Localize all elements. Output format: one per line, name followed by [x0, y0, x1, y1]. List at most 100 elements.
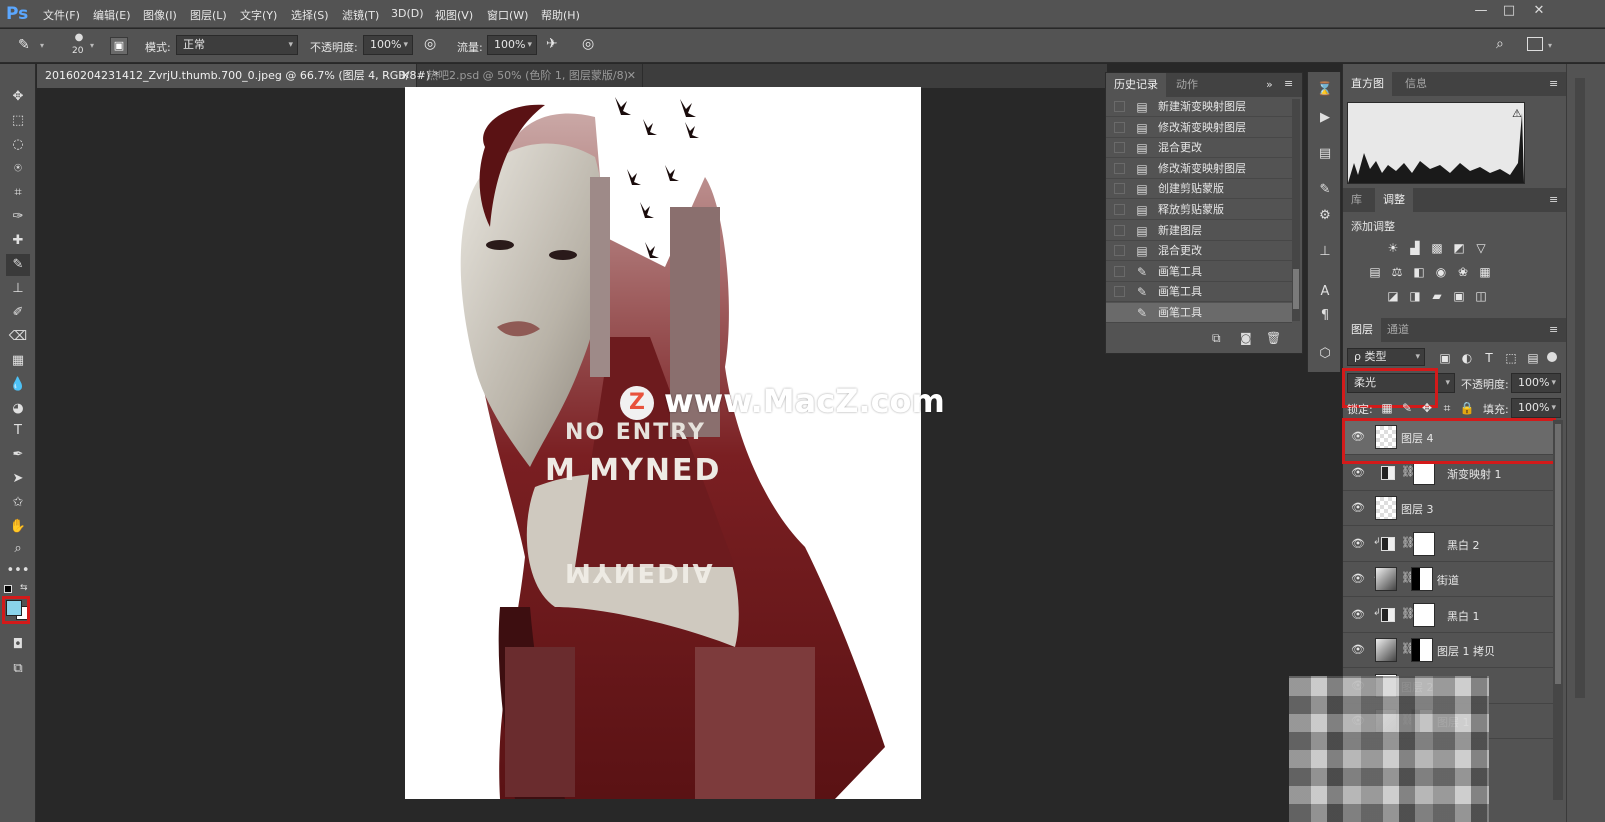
quick-select-tool-icon[interactable]: ⍟ [6, 158, 30, 180]
character-panel-icon[interactable]: A [1315, 282, 1335, 302]
hand-tool-icon[interactable]: ✋ [6, 516, 30, 538]
layer-row[interactable]: 👁 图层 3 [1343, 491, 1553, 526]
brightness-icon[interactable]: ☀ [1385, 240, 1401, 256]
properties-panel-icon[interactable]: ▤ [1315, 144, 1335, 164]
dodge-tool-icon[interactable]: ◕ [6, 398, 30, 420]
scrollbar-thumb[interactable] [1293, 269, 1299, 309]
tab-doc-jpeg[interactable]: 20160204231412_ZvrjU.thumb.700_0.jpeg @ … [37, 64, 439, 88]
selective-color-icon[interactable]: ◫ [1473, 288, 1489, 304]
clone-source-icon[interactable]: ⊥ [1315, 242, 1335, 262]
snapshot-checkbox[interactable] [1114, 101, 1125, 112]
3d-panel-icon[interactable]: ⬡ [1315, 344, 1335, 364]
search-icon[interactable]: ⌕ [1496, 36, 1514, 54]
right-panel-scrollbar[interactable] [1575, 78, 1585, 698]
snapshot-checkbox[interactable] [1114, 121, 1125, 133]
close-button[interactable]: ✕ [1526, 2, 1552, 22]
history-row[interactable]: ▤ 新建图层 [1106, 221, 1292, 241]
history-row[interactable]: ▤ 修改渐变映射图层 [1106, 118, 1292, 138]
default-colors-icon[interactable] [4, 585, 12, 593]
history-brush-tool-icon[interactable]: ✐ [6, 302, 30, 324]
eye-icon[interactable]: 👁 [1351, 466, 1365, 480]
eraser-tool-icon[interactable]: ⌫ [6, 326, 30, 348]
history-row[interactable]: ✎ 画笔工具 [1106, 303, 1292, 323]
menu-filter[interactable]: 滤镜(T) [342, 7, 379, 22]
history-panel-icon[interactable]: ⌛ [1315, 80, 1335, 100]
lock-all-icon[interactable]: 🔒 [1459, 400, 1475, 416]
layer-thumbnail[interactable] [1375, 496, 1397, 520]
tab-history[interactable]: 历史记录 [1106, 73, 1166, 97]
quick-mask-icon[interactable]: ◘ [6, 634, 30, 656]
color-lookup-icon[interactable]: ▦ [1477, 264, 1493, 280]
close-icon[interactable]: ✕ [627, 64, 636, 88]
type-tool-icon[interactable]: T [6, 420, 30, 442]
eye-icon[interactable]: 👁 [1351, 643, 1365, 657]
eye-icon[interactable]: 👁 [1351, 537, 1365, 551]
panel-menu-icon[interactable]: ≡ [1284, 77, 1293, 90]
eyedropper-tool-icon[interactable]: ✑ [6, 206, 30, 228]
trash-icon[interactable]: 🗑 [1266, 331, 1281, 345]
fill-field[interactable]: 100% ▾ [1511, 398, 1561, 418]
filter-shape-icon[interactable]: ⬚ [1503, 350, 1519, 366]
snapshot-checkbox[interactable] [1114, 307, 1125, 318]
filter-type-icon[interactable]: T [1481, 350, 1497, 366]
posterize-icon[interactable]: ◨ [1407, 288, 1423, 304]
chevron-down-icon[interactable]: ▾ [90, 41, 94, 50]
history-row[interactable]: ▤ 创建剪贴蒙版 [1106, 179, 1292, 200]
pressure-size-icon[interactable]: ◎ [582, 36, 600, 54]
layer-row[interactable]: 👁 ↲ ⛓ 黑白 1 [1343, 598, 1553, 633]
document-canvas[interactable]: NO ENTRY M MYNED MYNEDIA [405, 87, 921, 799]
adjustment-layer-icon[interactable] [1381, 465, 1395, 480]
snapshot-checkbox[interactable] [1114, 245, 1125, 257]
lasso-tool-icon[interactable]: ◌ [6, 134, 30, 156]
gradient-map-icon[interactable]: ▣ [1451, 288, 1467, 304]
crop-tool-icon[interactable]: ⌗ [6, 182, 30, 204]
snapshot-checkbox[interactable] [1114, 286, 1125, 298]
layer-mask-thumbnail[interactable] [1413, 602, 1435, 627]
menu-type[interactable]: 文字(Y) [240, 7, 277, 22]
path-selection-tool-icon[interactable]: ➤ [6, 468, 30, 490]
panel-menu-icon[interactable]: ≡ [1549, 323, 1558, 336]
layer-mask-thumbnail[interactable] [1411, 567, 1433, 591]
opacity-field[interactable]: 100% ▾ [363, 35, 413, 55]
layer-mask-thumbnail[interactable] [1411, 638, 1433, 662]
layer-row[interactable]: 👁 ↲ ⛓ 黑白 2 [1343, 527, 1553, 562]
actions-panel-icon[interactable]: ▶ [1315, 108, 1335, 128]
curves-icon[interactable]: ▩ [1429, 240, 1445, 256]
adjustment-layer-icon[interactable] [1381, 536, 1395, 551]
black-white-icon[interactable]: ◧ [1411, 264, 1427, 280]
snapshot-checkbox[interactable] [1114, 265, 1125, 277]
adjustment-layer-icon[interactable] [1381, 607, 1395, 622]
mode-dropdown[interactable]: 正常 ▾ [176, 35, 298, 55]
history-scrollbar[interactable] [1292, 99, 1300, 321]
camera-icon[interactable]: ◙ [1240, 331, 1252, 345]
snapshot-checkbox[interactable] [1114, 204, 1125, 215]
brush-settings-icon[interactable]: ⚙ [1315, 206, 1335, 226]
tab-channels[interactable]: 通道 [1379, 318, 1417, 342]
history-row[interactable]: ✎ 画笔工具 [1106, 282, 1292, 303]
swap-colors-icon[interactable]: ⇆ [20, 583, 28, 593]
hue-saturation-icon[interactable]: ▤ [1367, 264, 1383, 280]
panel-menu-icon[interactable]: ≡ [1549, 193, 1558, 206]
menu-3d[interactable]: 3D(D) [391, 7, 424, 21]
screen-mode-icon[interactable]: ⧉ [6, 658, 30, 680]
layers-scrollbar[interactable] [1553, 420, 1563, 800]
chevron-down-icon[interactable]: ▾ [1548, 41, 1552, 50]
custom-shape-tool-icon[interactable]: ✩ [6, 492, 30, 514]
filter-pixel-icon[interactable]: ▣ [1437, 350, 1453, 366]
layer-thumbnail[interactable] [1375, 638, 1397, 662]
menu-view[interactable]: 视图(V) [435, 7, 473, 22]
invert-icon[interactable]: ◪ [1385, 288, 1401, 304]
layer-filter-dropdown[interactable]: ρ 类型 ▾ [1347, 348, 1425, 366]
clone-stamp-tool-icon[interactable]: ⊥ [6, 278, 30, 300]
menu-edit[interactable]: 编辑(E) [93, 7, 131, 22]
blur-tool-icon[interactable]: 💧 [6, 374, 30, 396]
layer-row[interactable]: 👁 ⛓ 图层 1 拷贝 [1343, 633, 1553, 668]
layer-mask-thumbnail[interactable] [1413, 460, 1435, 485]
brush-tool-icon[interactable]: ✎ [6, 254, 30, 276]
move-tool-icon[interactable]: ✥ [6, 86, 30, 108]
filter-toggle-icon[interactable] [1547, 352, 1557, 362]
brush-tip-icon[interactable]: ● [70, 32, 88, 46]
lock-transparent-icon[interactable]: ▦ [1379, 400, 1395, 416]
lock-position-icon[interactable]: ✥ [1419, 400, 1435, 416]
layer-row[interactable]: 👁↲⛓街道 [1343, 562, 1553, 597]
